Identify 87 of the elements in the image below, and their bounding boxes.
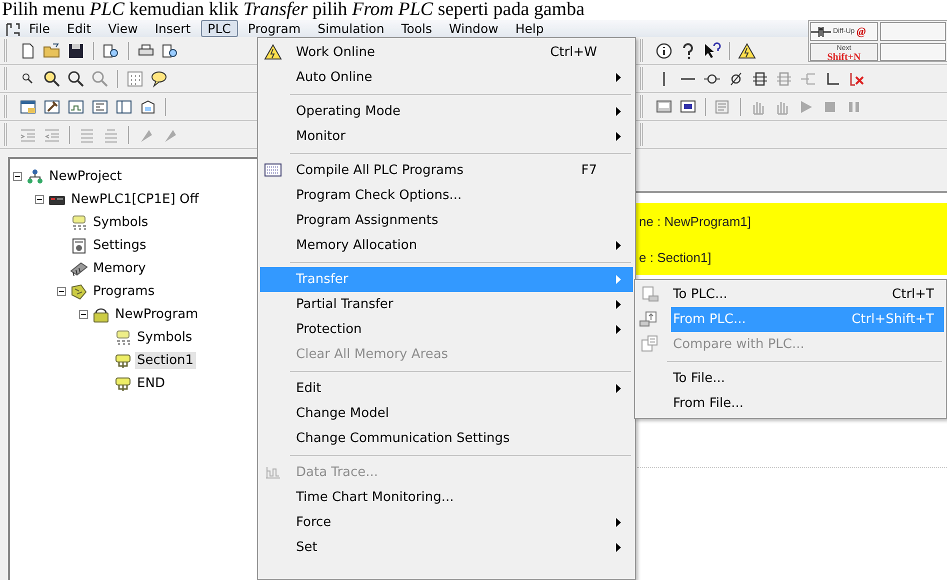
grid-icon[interactable] (126, 70, 144, 88)
warning-icon (264, 43, 282, 61)
menu-item[interactable]: Auto Online (260, 65, 633, 90)
properties-icon[interactable] (139, 98, 157, 116)
tree-item[interactable]: Section1 (135, 352, 196, 369)
shortcut-label: F7 (581, 163, 598, 178)
tree-item[interactable]: NewPLC1[CP1E] Off (69, 191, 201, 208)
rung-comment: e : Section1] (639, 250, 712, 264)
menu-item[interactable]: Change Model (260, 401, 633, 426)
open-folder-icon[interactable] (43, 42, 61, 60)
menu-bar-item[interactable]: Edit (60, 20, 98, 37)
section-icon (114, 374, 132, 392)
shortcut-label: Ctrl+Shift+T (852, 312, 935, 327)
menu-item[interactable]: Program Check Options... (260, 183, 633, 208)
monitor-icon[interactable] (679, 98, 697, 116)
collapse-box-icon[interactable] (13, 172, 22, 181)
hammer-icon[interactable] (43, 98, 61, 116)
info-icon[interactable] (655, 42, 673, 60)
compile-icon (264, 161, 282, 179)
app-icon (4, 21, 22, 36)
menu-item[interactable]: To File... (637, 366, 944, 391)
collapse-box-icon[interactable] (35, 195, 44, 204)
collapse-box-icon[interactable] (57, 287, 66, 296)
menu-bar-item[interactable]: Help (508, 20, 551, 37)
shortcut-label: Ctrl+W (550, 45, 598, 60)
symbol-table-icon (70, 214, 88, 232)
menu-bar-item[interactable]: PLC (200, 20, 238, 37)
collapse-box-icon[interactable] (79, 310, 88, 319)
menu-bar-item[interactable]: Simulation (310, 20, 392, 37)
menu-bar-item[interactable]: Program (240, 20, 308, 37)
menu-item[interactable]: Partial Transfer (260, 292, 633, 317)
panel-icon[interactable] (115, 98, 133, 116)
tree-item[interactable]: Memory (91, 260, 148, 277)
diff-up-symbol: @ (856, 26, 866, 38)
tree-item[interactable]: Settings (91, 237, 148, 254)
magnifier-icon[interactable] (67, 70, 85, 88)
diagram-icon[interactable] (67, 98, 85, 116)
tree-item[interactable]: Symbols (91, 214, 150, 231)
window-icon[interactable] (19, 98, 37, 116)
tree-item[interactable]: Symbols (135, 329, 194, 346)
menu-item[interactable]: Protection (260, 317, 633, 342)
menu-item[interactable]: Work Online Ctrl+W (260, 40, 633, 65)
menu-bar-item[interactable]: Tools (394, 20, 440, 37)
magnifier-icon[interactable] (43, 70, 61, 88)
tree-item[interactable]: NewProgram (113, 306, 200, 323)
menu-item[interactable]: Operating Mode (260, 99, 633, 124)
contact-up-icon (811, 24, 831, 38)
speech-bubble-icon[interactable] (150, 70, 168, 88)
menu-item[interactable]: Monitor (260, 124, 633, 149)
menu-item[interactable]: Set (260, 535, 633, 560)
instruction-block-icon[interactable] (751, 70, 769, 88)
document-magnifier-icon[interactable] (102, 42, 120, 60)
menu-item[interactable]: Time Chart Monitoring... (260, 485, 633, 510)
network-icon (26, 168, 44, 186)
upload-icon (639, 310, 657, 328)
symbol-table-icon (114, 328, 132, 346)
menu-bar-item[interactable]: Insert (148, 20, 198, 37)
shortcut-label: Ctrl+T (892, 287, 935, 302)
save-icon[interactable] (67, 42, 85, 60)
download-icon (641, 285, 659, 303)
pointer-help-icon[interactable] (703, 42, 721, 60)
rung-comment: ne : NewProgram1] (639, 214, 752, 228)
palette-button[interactable] (880, 43, 946, 61)
memory-chip-icon (70, 260, 88, 278)
tree-item[interactable]: NewProject (47, 168, 124, 185)
tree-item[interactable]: END (135, 375, 167, 392)
menu-bar-item[interactable]: View (101, 20, 145, 37)
warning-icon[interactable] (738, 42, 756, 60)
tree-item[interactable]: Programs (91, 283, 157, 300)
menu-item[interactable]: Program Assignments (260, 208, 633, 233)
menu-bar-item[interactable]: Window (442, 20, 506, 37)
menu-item[interactable]: Compile All PLC Programs F7 (260, 158, 633, 183)
menu-item[interactable]: Memory Allocation (260, 233, 633, 258)
caption-text: Pilih menu PLC kemudian klik Transfer pilih From PLC seperti pada gamba (1, 0, 585, 20)
menu-item[interactable]: To PLC... Ctrl+T (637, 282, 944, 307)
diagram-icon[interactable] (91, 98, 109, 116)
monitor-icon[interactable] (655, 98, 673, 116)
menu-bar-item[interactable]: File (22, 20, 57, 37)
palette-button[interactable] (880, 22, 946, 41)
menu-item[interactable]: Edit (260, 376, 633, 401)
document-magnifier-icon[interactable] (161, 42, 179, 60)
section-icon (114, 352, 132, 370)
menu-item[interactable]: Change Communication Settings (260, 426, 633, 451)
menu-item[interactable]: From File... (637, 391, 944, 416)
menu-item[interactable]: Force (260, 510, 633, 535)
settings-icon (70, 236, 88, 254)
compare-icon (641, 335, 659, 353)
